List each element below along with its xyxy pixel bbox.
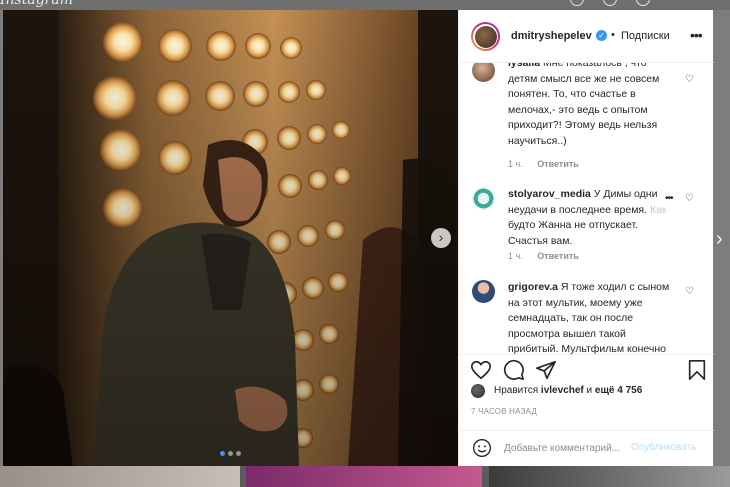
reply-button[interactable]: Ответить xyxy=(537,159,579,169)
verified-badge-icon: ✓ xyxy=(596,30,607,41)
header-separator: • xyxy=(611,29,615,41)
commenter-avatar[interactable] xyxy=(472,63,495,82)
post-media: › xyxy=(3,10,458,466)
comment-icon[interactable] xyxy=(503,359,525,381)
background-feed-strip xyxy=(0,466,730,487)
home-icon xyxy=(570,0,584,6)
feed-thumbnail xyxy=(0,466,240,487)
explore-icon xyxy=(636,0,650,6)
instagram-logo: Instagram xyxy=(0,0,73,8)
likes-conjunction: и xyxy=(586,385,593,396)
likes-count[interactable]: ещё 4 756 xyxy=(595,385,642,396)
bookmark-icon[interactable] xyxy=(686,359,708,381)
direct-icon xyxy=(603,0,617,6)
liker-avatar[interactable] xyxy=(471,384,485,398)
feed-thumbnail xyxy=(489,466,730,487)
author-avatar[interactable] xyxy=(471,22,500,51)
comment-username[interactable]: grigorev.a xyxy=(508,281,558,293)
carousel-next-button[interactable]: › xyxy=(431,228,451,248)
add-comment-bar: Опубликовать xyxy=(459,430,714,466)
background-page-topbar: Instagram xyxy=(0,0,730,10)
send-icon[interactable] xyxy=(535,359,557,381)
commenter-avatar[interactable] xyxy=(472,280,495,303)
carousel-dots xyxy=(220,451,244,457)
post-timestamp[interactable]: 7 ЧАСОВ НАЗАД xyxy=(471,407,537,416)
post-header: dmitryshepelev ✓ • Подписки ••• xyxy=(459,10,714,63)
commenter-avatar[interactable] xyxy=(472,187,495,210)
comment-text: Мне показалось , что детям смысл все же … xyxy=(508,63,660,147)
post-side-panel: dmitryshepelev ✓ • Подписки ••• lysalla … xyxy=(458,10,714,466)
post-actions xyxy=(459,354,714,384)
comment-username[interactable]: lysalla xyxy=(508,63,540,69)
liker-username[interactable]: ivlevchef xyxy=(541,385,584,396)
comment-like-heart-icon[interactable]: ♡ xyxy=(685,194,695,204)
comment-time: 1 ч. xyxy=(508,159,523,169)
comments-list[interactable]: lysalla Мне показалось , что детям смысл… xyxy=(459,63,714,354)
next-post-chevron-icon[interactable]: › xyxy=(716,228,730,250)
publish-comment-button[interactable]: Опубликовать xyxy=(631,442,696,453)
carousel-dot xyxy=(228,451,233,456)
smiley-icon[interactable] xyxy=(472,438,492,458)
likes-summary: Нравится ivlevchef и ещё 4 756 xyxy=(471,384,706,400)
comment-like-heart-icon[interactable]: ♡ xyxy=(685,287,695,297)
reply-button[interactable]: Ответить xyxy=(537,251,579,261)
following-button[interactable]: Подписки xyxy=(621,30,670,42)
carousel-dot xyxy=(236,451,241,456)
topbar-icons xyxy=(570,0,670,6)
add-comment-input[interactable] xyxy=(504,440,626,457)
feed-thumbnail xyxy=(246,466,482,487)
comment-username[interactable]: stolyarov_media xyxy=(508,188,591,200)
comment-like-heart-icon[interactable]: ♡ xyxy=(685,75,695,85)
carousel-dot-active xyxy=(220,451,225,456)
more-horizontal-icon[interactable]: ••• xyxy=(690,27,703,43)
author-username[interactable]: dmitryshepelev xyxy=(511,30,592,42)
likes-prefix: Нравится xyxy=(494,385,539,396)
post-modal: › dmitryshepelev ✓ • Подписки ••• lysall… xyxy=(3,10,714,466)
comment-text-continued: будто Жанна не отпускает. Счастья вам. xyxy=(508,219,639,247)
comment-text-faded: Как xyxy=(649,203,667,216)
comment-time: 1 ч. xyxy=(508,251,523,261)
post-photo xyxy=(3,10,458,466)
comment-options-icon[interactable]: ••• xyxy=(665,193,673,204)
heart-icon[interactable] xyxy=(470,359,492,381)
